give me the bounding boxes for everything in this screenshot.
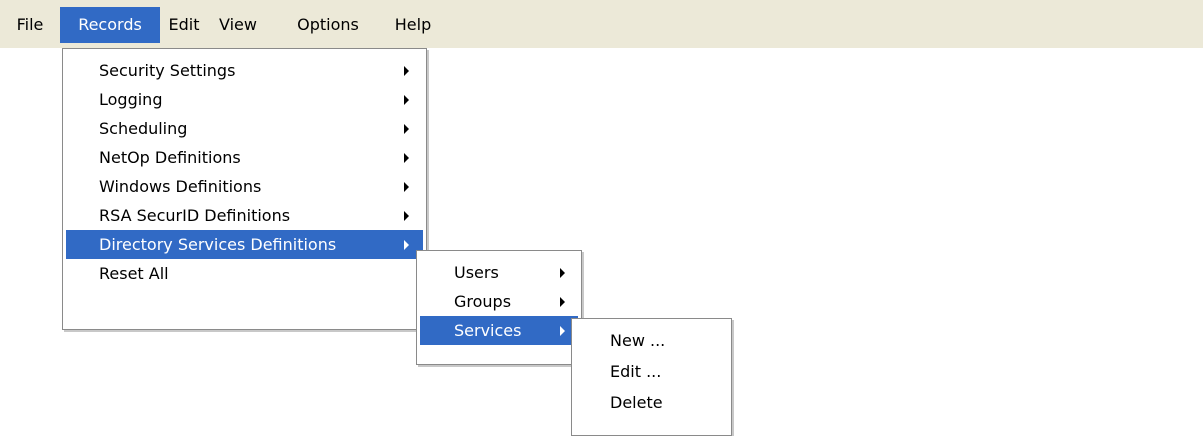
menu-item-label: Users bbox=[454, 263, 499, 282]
menu-records[interactable]: Records bbox=[60, 7, 160, 43]
records-menu: Security Settings Logging Scheduling Net… bbox=[62, 48, 427, 330]
submenu-arrow-icon bbox=[404, 182, 409, 192]
submenu-arrow-icon bbox=[560, 326, 565, 336]
menu-item-label: Security Settings bbox=[99, 61, 236, 80]
menu-item-users[interactable]: Users bbox=[420, 258, 578, 287]
menu-item-reset-all[interactable]: Reset All bbox=[66, 259, 423, 288]
menu-item-security-settings[interactable]: Security Settings bbox=[66, 56, 423, 85]
menu-item-label: Groups bbox=[454, 292, 512, 311]
menu-item-new[interactable]: New ... bbox=[575, 326, 728, 355]
menu-item-label: Edit ... bbox=[610, 362, 662, 381]
menu-item-windows-definitions[interactable]: Windows Definitions bbox=[66, 172, 423, 201]
menu-item-directory-services-definitions[interactable]: Directory Services Definitions bbox=[66, 230, 423, 259]
submenu-arrow-icon bbox=[560, 268, 565, 278]
services-submenu: New ... Edit ... Delete bbox=[571, 318, 732, 436]
submenu-arrow-icon bbox=[404, 95, 409, 105]
menu-item-label: Directory Services Definitions bbox=[99, 235, 337, 254]
menu-item-label: Logging bbox=[99, 90, 163, 109]
submenu-arrow-icon bbox=[560, 297, 565, 307]
menu-view[interactable]: View bbox=[208, 7, 268, 43]
submenu-arrow-icon bbox=[404, 240, 409, 250]
menu-help[interactable]: Help bbox=[388, 7, 438, 43]
submenu-arrow-icon bbox=[404, 66, 409, 76]
menu-file[interactable]: File bbox=[0, 7, 60, 43]
menu-item-delete[interactable]: Delete bbox=[575, 388, 728, 417]
directory-services-submenu: Users Groups Services bbox=[416, 250, 582, 365]
menu-item-rsa-securid-definitions[interactable]: RSA SecurID Definitions bbox=[66, 201, 423, 230]
menu-item-label: Reset All bbox=[99, 264, 169, 283]
menu-options[interactable]: Options bbox=[268, 7, 388, 43]
menu-item-label: NetOp Definitions bbox=[99, 148, 241, 167]
menu-edit[interactable]: Edit bbox=[160, 7, 208, 43]
submenu-arrow-icon bbox=[404, 153, 409, 163]
menu-item-netop-definitions[interactable]: NetOp Definitions bbox=[66, 143, 423, 172]
submenu-arrow-icon bbox=[404, 211, 409, 221]
menu-item-label: Scheduling bbox=[99, 119, 188, 138]
menu-item-groups[interactable]: Groups bbox=[420, 287, 578, 316]
menu-item-logging[interactable]: Logging bbox=[66, 85, 423, 114]
menu-item-scheduling[interactable]: Scheduling bbox=[66, 114, 423, 143]
submenu-arrow-icon bbox=[404, 124, 409, 134]
menu-item-label: Windows Definitions bbox=[99, 177, 262, 196]
menu-bar: File Records Edit View Options Help bbox=[0, 0, 1203, 48]
menu-item-label: Services bbox=[454, 321, 522, 340]
menu-item-services[interactable]: Services bbox=[420, 316, 578, 345]
menu-item-edit[interactable]: Edit ... bbox=[575, 357, 728, 386]
menu-item-label: New ... bbox=[610, 331, 666, 350]
menu-item-label: RSA SecurID Definitions bbox=[99, 206, 291, 225]
menu-item-label: Delete bbox=[610, 393, 663, 412]
